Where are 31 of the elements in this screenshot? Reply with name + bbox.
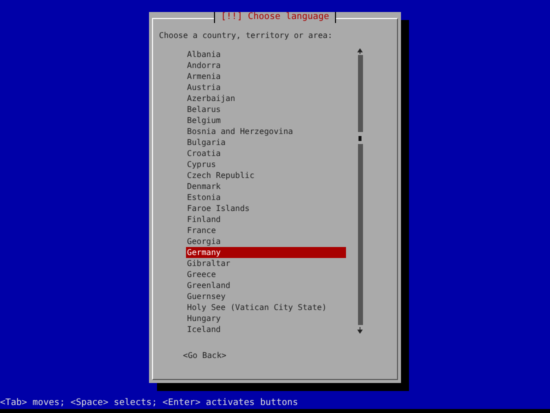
country-item[interactable]: Greece [186, 269, 346, 280]
country-item[interactable]: Faroe Islands [186, 203, 346, 214]
country-item[interactable]: Armenia [186, 71, 346, 82]
dialog-title: [!!] Choose language [214, 12, 336, 23]
status-hint-text: <Tab> moves; <Space> selects; <Enter> activates buttons [0, 398, 298, 408]
country-item[interactable]: Gibraltar [186, 258, 346, 269]
country-item[interactable]: Estonia [186, 192, 346, 203]
country-item[interactable]: Bulgaria [186, 137, 346, 148]
country-item[interactable]: Guernsey [186, 291, 346, 302]
country-item[interactable]: Hungary [186, 313, 346, 324]
country-item[interactable]: Albania [186, 49, 346, 60]
country-item[interactable]: Finland [186, 214, 346, 225]
country-item[interactable]: Iceland [186, 324, 346, 335]
country-item[interactable]: Georgia [186, 236, 346, 247]
country-item[interactable]: Belarus [186, 104, 346, 115]
country-item[interactable]: Azerbaijan [186, 93, 346, 104]
country-item[interactable]: Germany [186, 247, 346, 258]
country-item[interactable]: Cyprus [186, 159, 346, 170]
country-item[interactable]: Belgium [186, 115, 346, 126]
country-item[interactable]: Holy See (Vatican City State) [186, 302, 346, 313]
country-item[interactable]: Greenland [186, 280, 346, 291]
country-item[interactable]: Croatia [186, 148, 346, 159]
country-item[interactable]: Austria [186, 82, 346, 93]
country-item[interactable]: Czech Republic [186, 170, 346, 181]
scrollbar[interactable] [356, 48, 364, 334]
prompt-text: Choose a country, territory or area: [159, 30, 334, 41]
country-item[interactable]: Bosnia and Herzegovina [186, 126, 346, 137]
country-item[interactable]: Denmark [186, 181, 346, 192]
go-back-button[interactable]: <Go Back> [183, 350, 226, 361]
country-item[interactable]: France [186, 225, 346, 236]
country-item[interactable]: Andorra [186, 60, 346, 71]
